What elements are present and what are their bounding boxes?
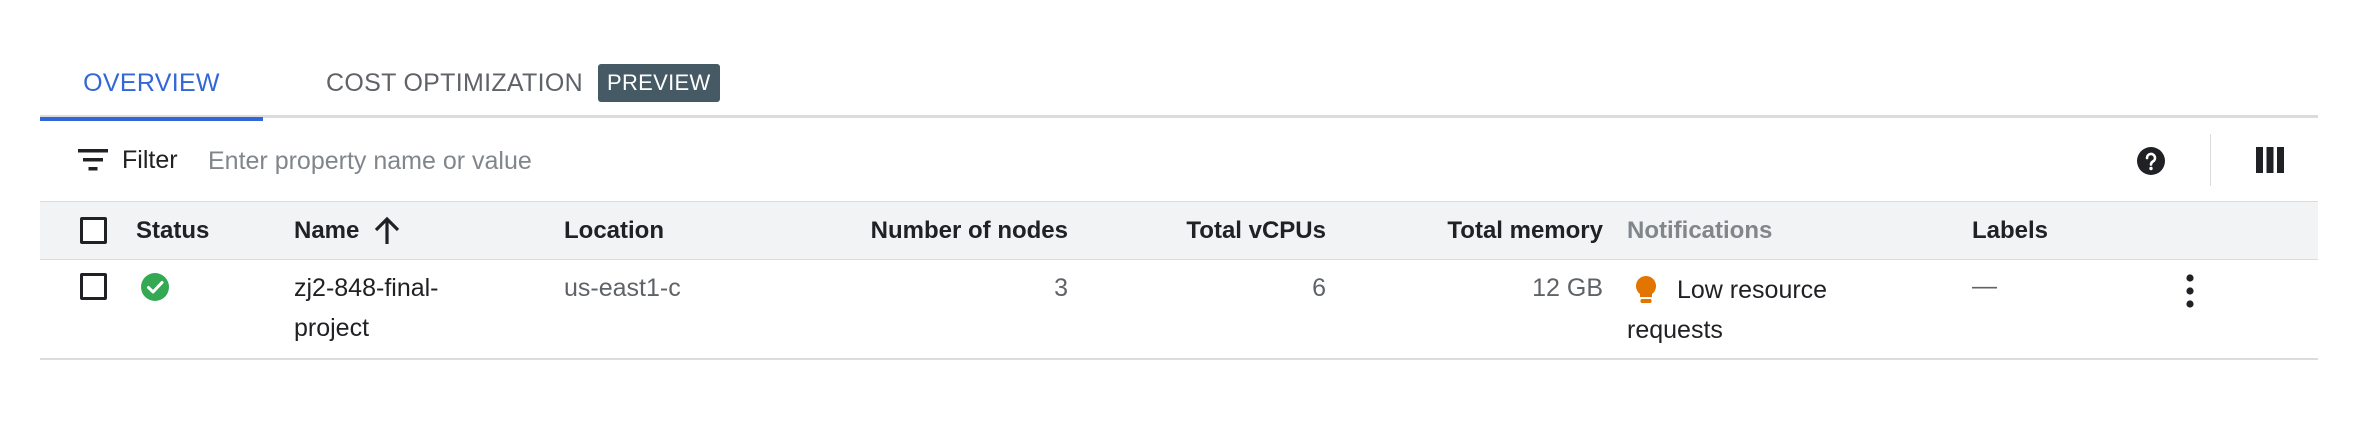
tab-cost-optimization[interactable]: COST OPTIMIZATION PREVIEW: [326, 48, 720, 118]
table-header: Status Name Location Number of nodes Tot…: [40, 202, 2318, 260]
memory-cell: 12 GB: [1532, 274, 1603, 302]
toolbar-divider: [2210, 134, 2211, 186]
table-row: zj2-848-final- project us-east1-c 3 6 12…: [40, 260, 2318, 360]
column-header-labels: Labels: [1972, 202, 2048, 259]
tab-overview-label: OVERVIEW: [83, 68, 220, 97]
cluster-name-line1: zj2-848-final-: [294, 274, 439, 302]
arrow-up-icon: [375, 216, 400, 244]
preview-badge: PREVIEW: [597, 64, 720, 102]
nodes-cell: 3: [1054, 274, 1068, 302]
notification-line1: Low resource: [1677, 276, 1828, 304]
notification-cell[interactable]: Low resource requests: [1627, 270, 1887, 350]
filter-label[interactable]: Filter: [122, 146, 178, 175]
more-vert-icon[interactable]: [2180, 272, 2200, 312]
filter-input[interactable]: [206, 140, 2010, 182]
column-header-memory[interactable]: Total memory: [1340, 202, 1603, 259]
tab-cost-optimization-label: COST OPTIMIZATION: [326, 68, 583, 97]
tab-bar: OVERVIEW COST OPTIMIZATION PREVIEW: [40, 48, 2318, 121]
column-header-vcpus[interactable]: Total vCPUs: [1080, 202, 1326, 259]
cluster-name-line2: project: [294, 314, 370, 342]
notification-line2: requests: [1627, 316, 1723, 344]
column-header-notifications-label: Notifications: [1627, 216, 1773, 244]
filter-list-icon[interactable]: [78, 148, 108, 172]
column-header-status-label: Status: [136, 216, 210, 244]
vcpus-cell: 6: [1312, 274, 1326, 302]
column-display-icon[interactable]: [2255, 146, 2285, 174]
column-header-nodes-label: Number of nodes: [870, 216, 1068, 244]
tab-overview[interactable]: OVERVIEW: [40, 48, 263, 121]
lightbulb-icon: [1636, 276, 1656, 303]
location-cell: us-east1-c: [564, 274, 681, 302]
column-header-status[interactable]: Status: [136, 202, 209, 259]
column-header-nodes[interactable]: Number of nodes: [800, 202, 1068, 259]
column-header-name-label: Name: [294, 216, 360, 244]
help-icon[interactable]: [2136, 146, 2166, 176]
column-header-memory-label: Total memory: [1447, 216, 1603, 244]
check-circle-icon: [141, 273, 169, 301]
labels-cell: —: [1972, 272, 1997, 300]
row-select-checkbox[interactable]: [80, 273, 107, 300]
cluster-name-link[interactable]: zj2-848-final- project: [294, 268, 439, 348]
column-header-location-label: Location: [564, 216, 664, 244]
column-header-notifications: Notifications: [1627, 202, 1772, 259]
filter-bar: Filter: [40, 118, 2318, 202]
column-header-labels-label: Labels: [1972, 216, 2049, 244]
column-header-name[interactable]: Name: [294, 202, 401, 259]
column-header-vcpus-label: Total vCPUs: [1186, 216, 1326, 244]
column-header-location[interactable]: Location: [564, 202, 664, 259]
select-all-checkbox[interactable]: [80, 217, 107, 244]
